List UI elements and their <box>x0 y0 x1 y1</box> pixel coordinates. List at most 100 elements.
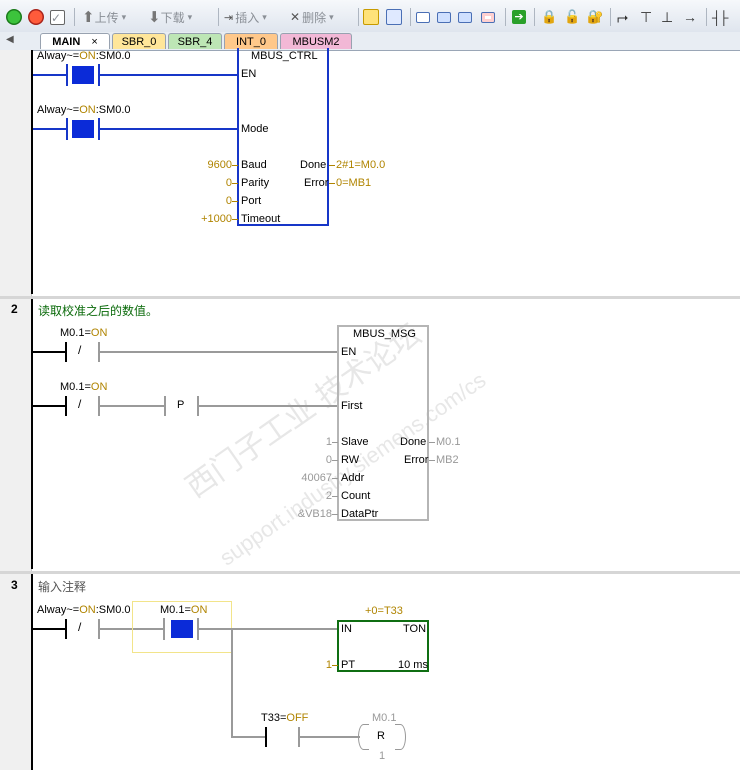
contact-m0-1-negated[interactable]: / <box>65 342 100 362</box>
wire <box>332 460 338 461</box>
lock-icon[interactable]: 🔒 <box>541 7 557 27</box>
contact-state: ON <box>79 604 96 616</box>
run-icon[interactable] <box>6 7 22 27</box>
contact-label: Alway~=ON:SM0.0 <box>37 104 131 116</box>
protect-icon[interactable]: 🔐 <box>587 7 603 27</box>
pin-done: Done <box>300 159 327 171</box>
pin-error: Error <box>404 454 429 466</box>
contact-sm0-0[interactable] <box>66 64 100 86</box>
contact-sm0-0-negated[interactable]: / <box>65 619 100 639</box>
tab-sbr-4[interactable]: SBR_4 <box>168 33 222 49</box>
toolbar-separator <box>534 8 535 26</box>
timer-current-value[interactable]: +0=T33 <box>365 605 403 617</box>
delete-icon: ✕ <box>290 10 301 24</box>
pin-en: EN <box>241 68 257 80</box>
error-value[interactable]: 0=MB1 <box>336 177 371 189</box>
toolbar-separator <box>505 8 506 26</box>
ladder-editor[interactable]: 西门子工业 技术论坛 support.industry.siemens.com/… <box>0 48 740 770</box>
tab-mbusm2[interactable]: MBUSM2 <box>280 33 352 49</box>
network-gutter <box>0 50 32 296</box>
pin-done: Done <box>400 436 427 448</box>
bookmark-next-icon[interactable] <box>458 7 472 27</box>
wire <box>33 74 68 76</box>
timer-type: TON <box>403 623 427 635</box>
coil-address[interactable]: M0.1 <box>372 712 396 724</box>
coil-count[interactable]: 1 <box>379 750 385 762</box>
negate-symbol: / <box>78 620 82 634</box>
error-value[interactable]: MB2 <box>436 454 459 466</box>
contact-sm0-0[interactable] <box>66 118 100 140</box>
tab-sbr-0[interactable]: SBR_0 <box>112 33 166 49</box>
window-icon[interactable] <box>416 7 430 27</box>
network-comment[interactable]: 输入注释 <box>38 578 86 595</box>
bookmark-prev-icon[interactable] <box>437 7 451 27</box>
slave-value[interactable]: 1 <box>270 436 332 448</box>
baud-value[interactable]: 9600 <box>180 159 232 171</box>
parity-value[interactable]: 0 <box>180 177 232 189</box>
bookmark-clear-icon[interactable] <box>481 7 495 27</box>
chevron-down-icon: ▾ <box>187 11 193 22</box>
contact-label: Alway~=ON:SM0.0 <box>37 604 131 616</box>
contact-address: :SM0.0 <box>95 50 131 62</box>
insert-label: 插入 <box>235 10 260 25</box>
contact-label: Alway~=ON:SM0.0 <box>37 50 131 62</box>
contact-address: :SM0.0 <box>95 604 131 616</box>
timer-unit: 10 ms <box>398 659 428 671</box>
program-status-icon[interactable] <box>363 7 379 27</box>
wire <box>429 460 435 461</box>
line-right-icon[interactable]: → <box>683 7 697 27</box>
upload-button[interactable]: ⬆ 上传 ▾ <box>82 7 126 27</box>
contact-m0-1[interactable] <box>163 618 199 640</box>
toolbar-separator <box>218 8 219 26</box>
chevron-down-icon: ▾ <box>329 11 334 22</box>
tab-int-0[interactable]: INT_0 <box>224 33 278 49</box>
reset-coil[interactable]: R <box>358 724 406 750</box>
edge-symbol: P <box>177 399 185 411</box>
goto-icon[interactable]: ➔ <box>512 7 526 27</box>
pin-port: Port <box>241 195 262 207</box>
wire <box>329 183 335 184</box>
download-button[interactable]: ⬇ 下载 ▾ <box>148 7 192 27</box>
wire <box>33 405 66 407</box>
done-value[interactable]: 2#1=M0.0 <box>336 159 385 171</box>
compile-icon[interactable]: ✓ <box>50 7 65 27</box>
positive-edge-contact[interactable]: P <box>164 396 199 416</box>
line-down-icon[interactable]: ⊤ <box>640 7 652 27</box>
wire <box>332 514 338 515</box>
tab-scroll-left-icon[interactable]: ◀ <box>6 34 14 45</box>
timer-value: +0=T33 <box>365 605 403 617</box>
stop-icon[interactable] <box>28 7 44 27</box>
line-up-icon[interactable]: ⊥ <box>661 7 673 27</box>
branch-icon[interactable]: ⮣ <box>617 7 628 27</box>
pin-addr: Addr <box>341 472 365 484</box>
unlock-icon[interactable]: 🔓 <box>564 7 580 27</box>
delete-button[interactable]: ✕ 删除 ▾ <box>290 7 334 27</box>
count-value[interactable]: 2 <box>270 490 332 502</box>
wire <box>332 665 338 666</box>
pt-value[interactable]: 1 <box>300 659 332 671</box>
timeout-value[interactable]: +1000 <box>180 213 232 225</box>
tab-label: SBR_0 <box>121 36 157 48</box>
close-icon[interactable]: × <box>91 36 97 48</box>
insert-button[interactable]: ⇥ 插入 ▾ <box>224 7 267 27</box>
done-value[interactable]: M0.1 <box>436 436 460 448</box>
upload-label: 上传 <box>94 10 119 25</box>
rw-value[interactable]: 0 <box>270 454 332 466</box>
wire <box>199 405 338 407</box>
wire <box>332 442 338 443</box>
block-title: MBUS_MSG <box>353 328 416 340</box>
tab-main[interactable]: MAIN × <box>40 33 110 49</box>
addr-value[interactable]: 40067 <box>270 472 332 484</box>
wire <box>231 628 233 738</box>
pin-slave: Slave <box>341 436 369 448</box>
contact-icon[interactable]: ┤├ <box>712 7 728 27</box>
tab-label: MBUSM2 <box>292 36 340 48</box>
dataptr-value[interactable]: &VB18 <box>270 508 332 520</box>
table-status-icon[interactable] <box>386 7 402 27</box>
network-number: 3 <box>11 578 18 592</box>
port-value[interactable]: 0 <box>180 195 232 207</box>
network-comment[interactable]: 读取校准之后的数值。 <box>38 302 158 319</box>
wire <box>100 405 165 407</box>
contact-t33[interactable] <box>265 727 300 747</box>
contact-m0-1-negated[interactable]: / <box>65 396 100 416</box>
